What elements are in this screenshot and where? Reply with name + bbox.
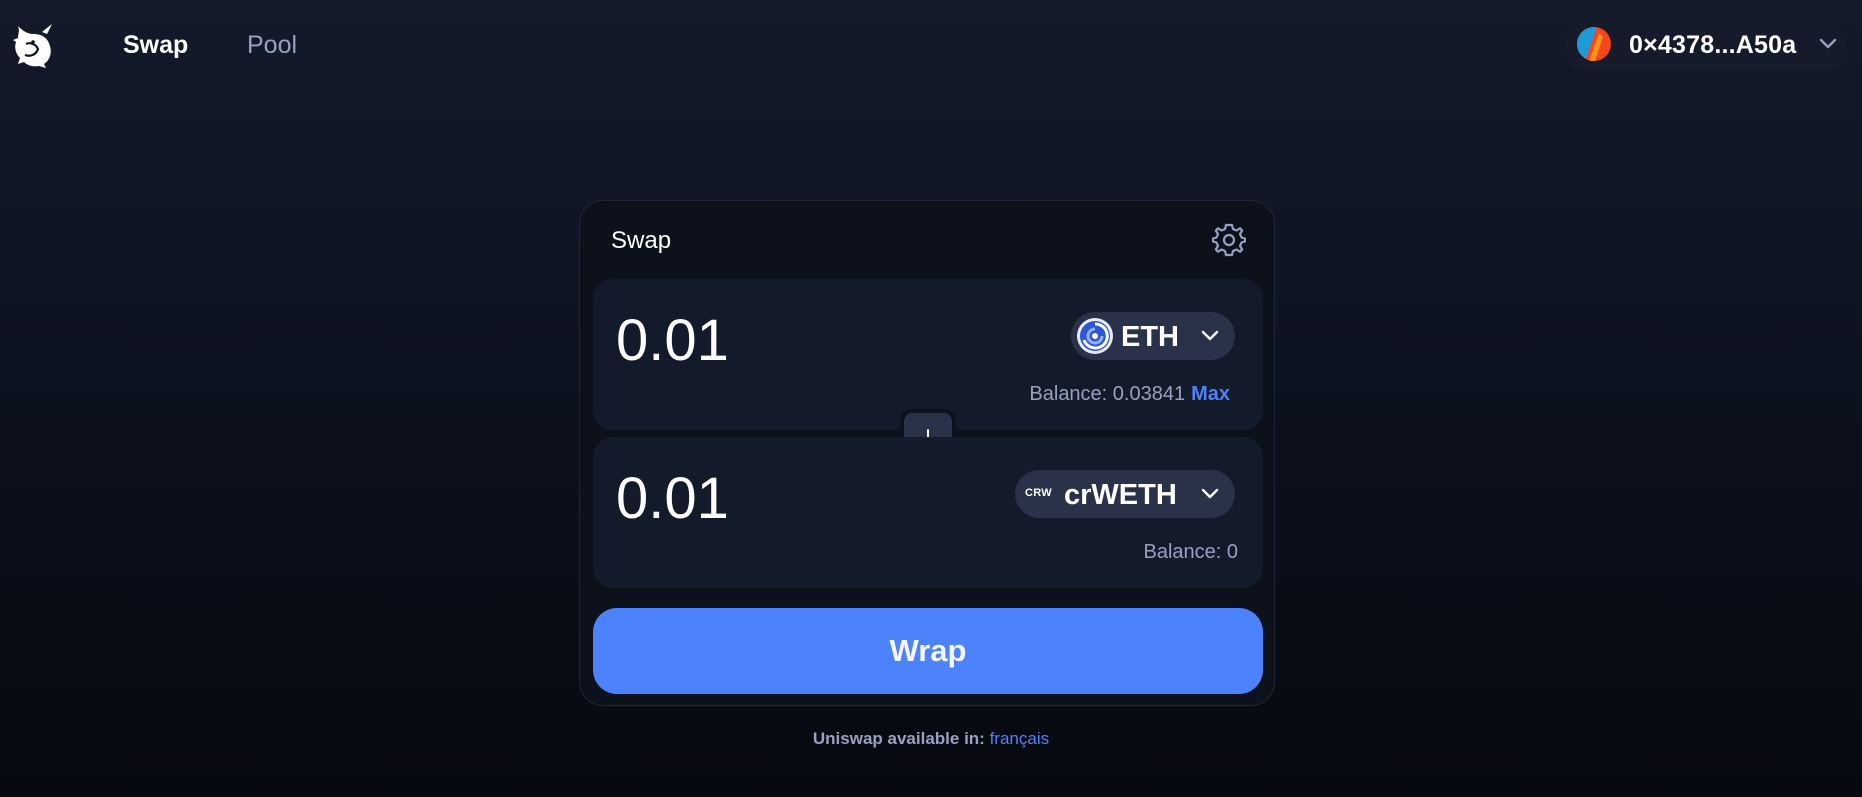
chevron-down-icon (1199, 484, 1221, 504)
wallet-avatar-icon (1577, 27, 1611, 61)
output-token-symbol: crWETH (1064, 479, 1177, 511)
wrap-button[interactable]: Wrap (593, 608, 1263, 694)
input-token-symbol: ETH (1121, 321, 1179, 353)
wallet-address: 0×4378...A50a (1629, 31, 1797, 59)
chevron-down-icon (1817, 34, 1839, 54)
nav-pool[interactable]: Pool (247, 30, 297, 60)
output-balance-label: Balance: 0 (1143, 541, 1238, 563)
language-link-french[interactable]: français (990, 729, 1050, 748)
swap-card-title: Swap (611, 227, 672, 254)
input-balance: Balance: 0.03841 Max (1029, 382, 1230, 406)
nav-swap[interactable]: Swap (123, 30, 188, 60)
top-navigation-bar: Swap Pool 0×4378...A50a (0, 0, 1862, 90)
language-availability-note: Uniswap available in: français (0, 729, 1862, 749)
output-currency-panel: CRW crWETH Balance: 0 (593, 437, 1263, 588)
output-token-select-button[interactable]: CRW crWETH (1015, 470, 1235, 518)
chevron-down-icon (1199, 326, 1221, 346)
language-label: Uniswap available in: (812, 729, 985, 748)
output-balance: Balance: 0 (1143, 540, 1238, 564)
uniswap-unicorn-icon[interactable] (12, 22, 56, 70)
crw-token-icon: CRW (1025, 487, 1052, 499)
input-balance-label: Balance: 0.03841 (1029, 383, 1186, 405)
gear-icon[interactable] (1211, 223, 1247, 257)
input-token-select-button[interactable]: ETH (1071, 312, 1235, 360)
wallet-account-button[interactable]: 0×4378...A50a (1567, 18, 1845, 70)
input-amount-field[interactable] (616, 309, 996, 373)
max-button[interactable]: Max (1191, 383, 1230, 405)
swap-card: Swap ETH (579, 200, 1275, 706)
input-currency-panel: ETH Balance: 0.03841Max (593, 279, 1263, 430)
output-amount-field[interactable] (616, 467, 996, 531)
eth-token-icon (1077, 318, 1113, 354)
